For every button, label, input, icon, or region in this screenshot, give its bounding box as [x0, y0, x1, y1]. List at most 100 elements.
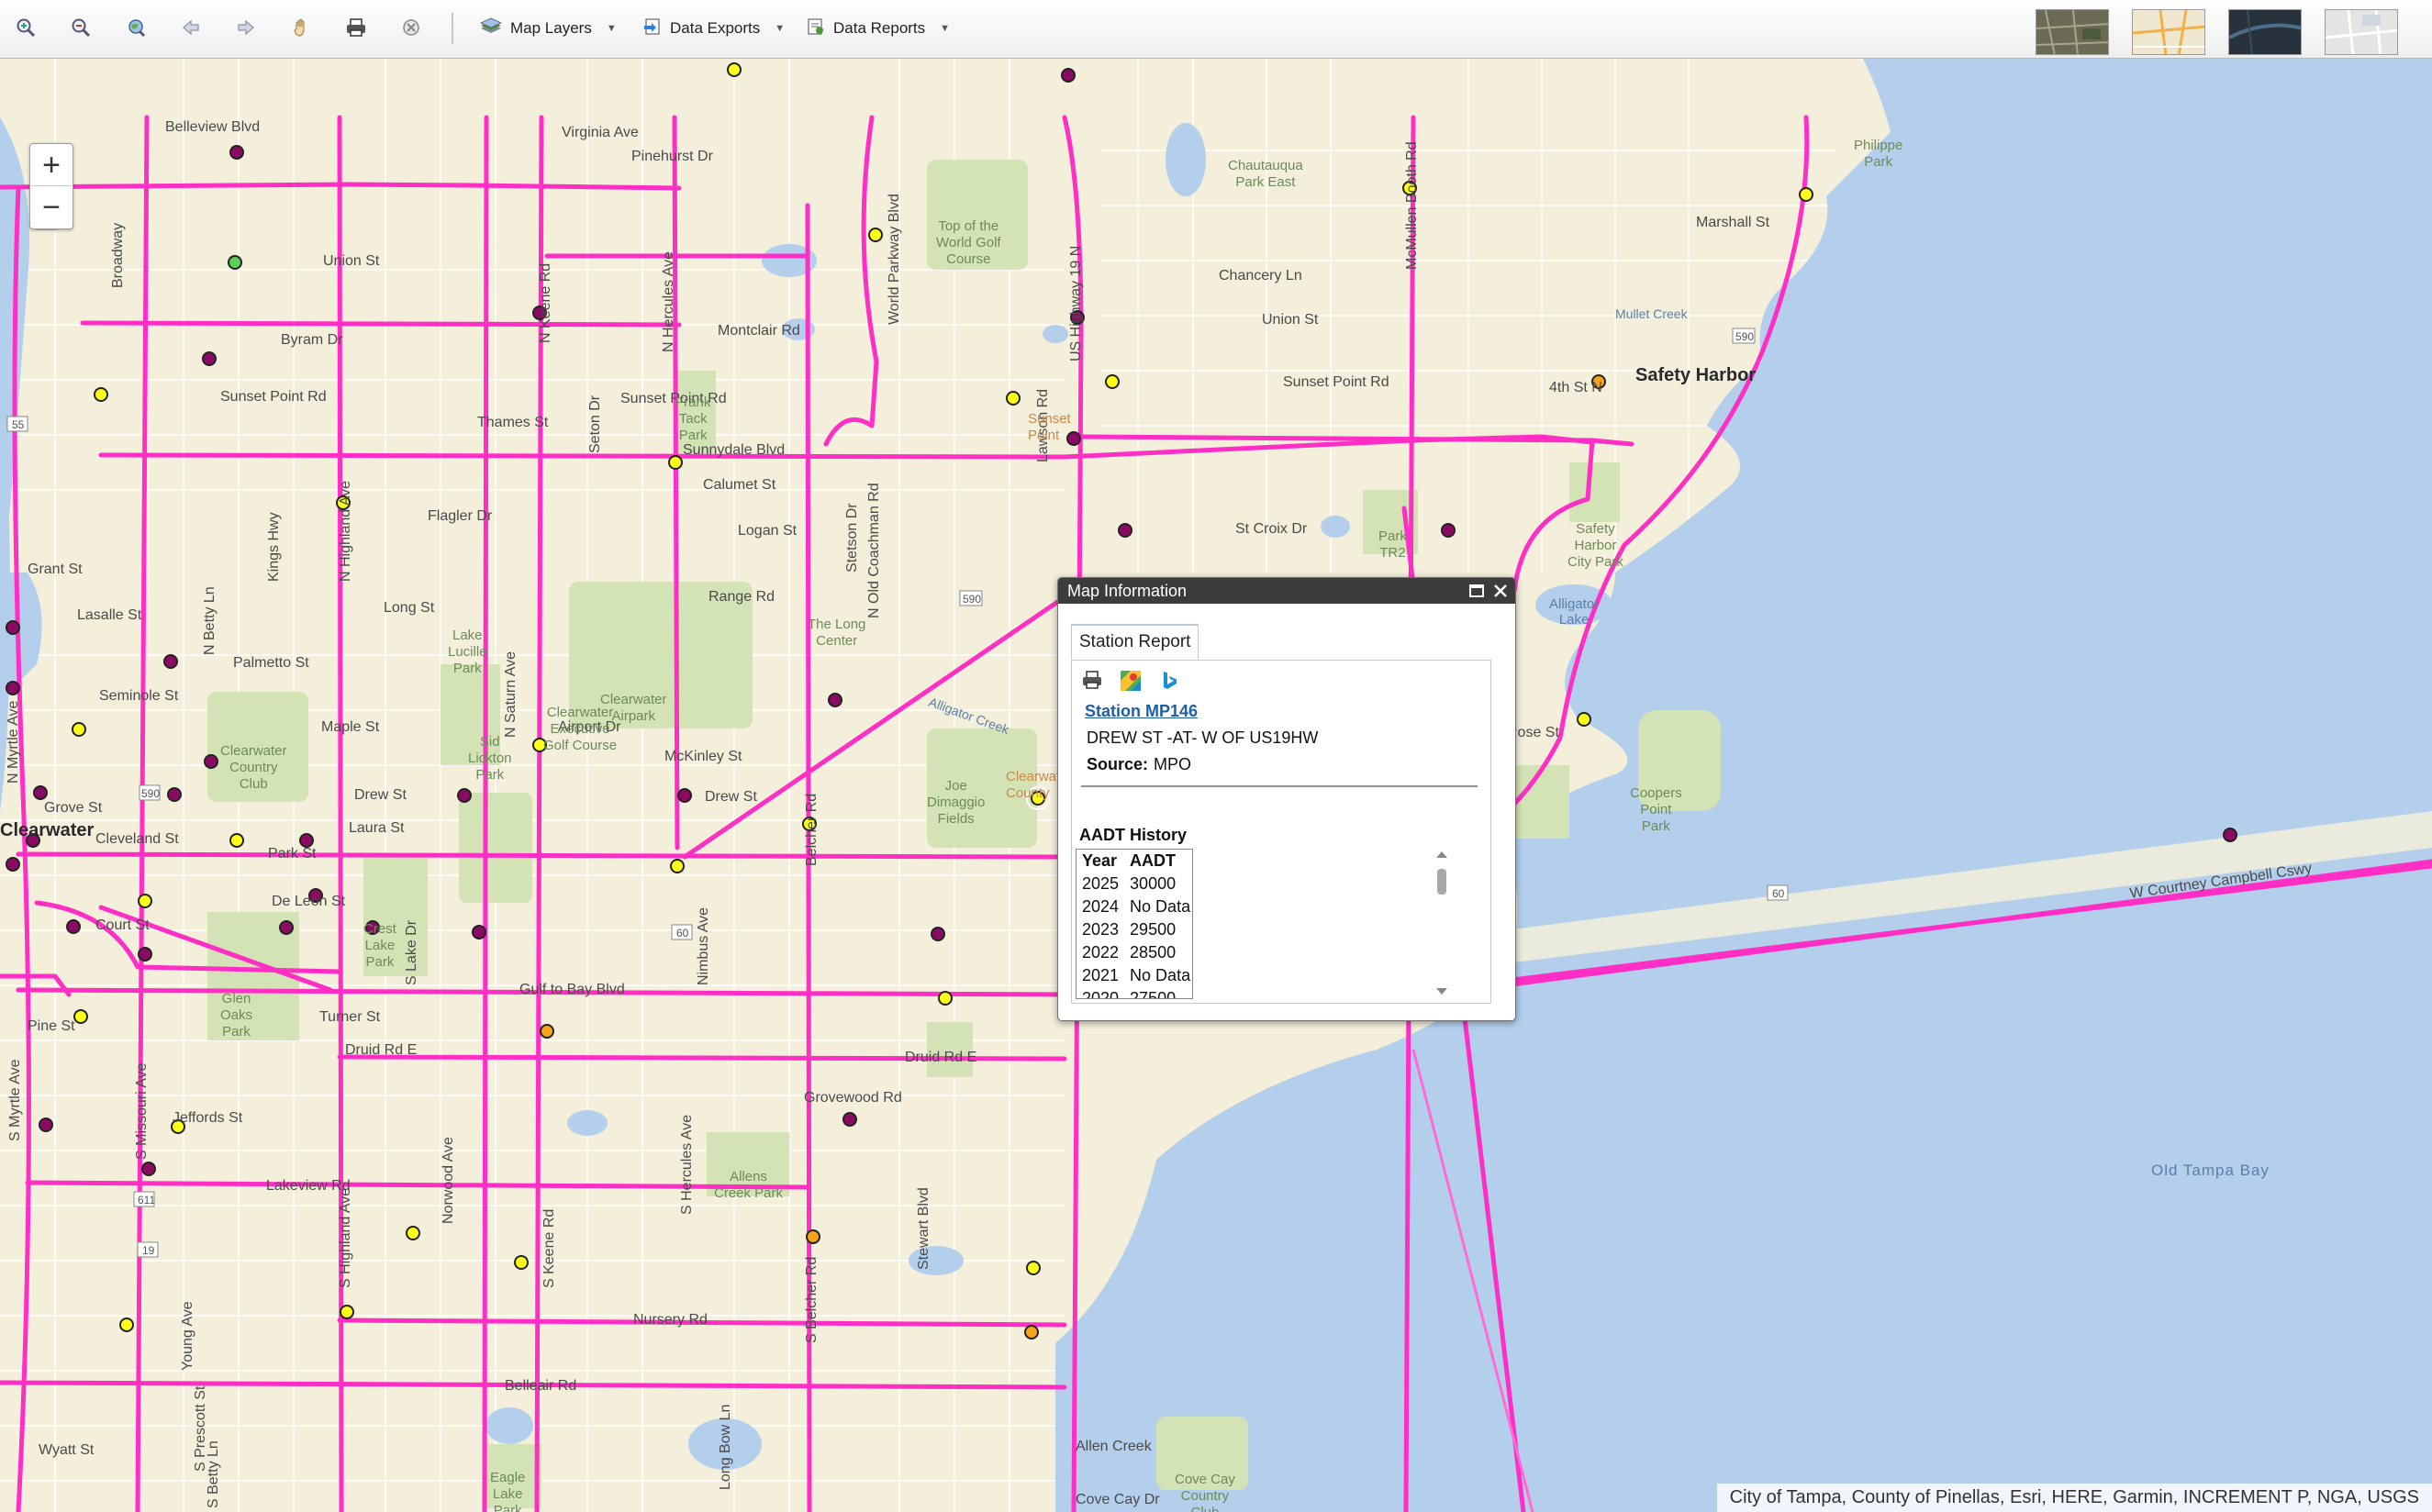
traffic-station-marker[interactable] [6, 681, 20, 695]
traffic-station-marker[interactable] [138, 947, 152, 962]
maximize-icon[interactable] [1467, 582, 1486, 600]
traffic-station-marker[interactable] [842, 1112, 857, 1127]
traffic-station-marker[interactable] [806, 1229, 820, 1244]
map-layers-menu[interactable]: Map Layers ▼ [470, 11, 626, 46]
aadt-value: 27500 [1130, 989, 1177, 999]
aadt-value: No Data [1130, 966, 1191, 984]
street-label: Pine St [28, 1018, 75, 1034]
traffic-station-marker[interactable] [828, 693, 842, 707]
park-label: Lake Lucille Park [448, 628, 487, 676]
park-label: Joe Dimaggio Fields [927, 778, 986, 827]
park-label: Safety Harbor City Park [1567, 521, 1623, 570]
street-label: N Old Coachman Rd [866, 483, 882, 618]
station-link[interactable]: Station MP146 [1085, 702, 1198, 721]
traffic-station-marker[interactable] [457, 788, 472, 803]
traffic-station-marker[interactable] [540, 1024, 554, 1039]
traffic-station-marker[interactable] [1006, 391, 1021, 406]
close-icon[interactable] [1491, 582, 1510, 600]
clear-icon[interactable] [396, 13, 426, 42]
google-maps-icon[interactable] [1120, 670, 1142, 696]
traffic-station-marker[interactable] [163, 654, 178, 669]
traffic-station-marker[interactable] [119, 1317, 134, 1332]
map-information-popup: Map Information Station Report Station M… [1057, 577, 1516, 1021]
traffic-station-marker[interactable] [340, 1305, 354, 1319]
traffic-station-marker[interactable] [229, 833, 244, 848]
zoom-out-button[interactable]: − [30, 185, 73, 228]
traffic-station-marker[interactable] [279, 920, 294, 935]
traffic-station-marker[interactable] [406, 1226, 420, 1240]
scroll-up-arrow[interactable] [1436, 851, 1447, 858]
basemap-imagery-thumb[interactable] [2036, 9, 2109, 55]
pan-hand-icon[interactable] [286, 13, 316, 42]
traffic-station-marker[interactable] [202, 351, 217, 366]
street-label: N Hercules Ave [661, 251, 676, 352]
traffic-station-marker[interactable] [229, 145, 244, 160]
zoom-in-button[interactable]: + [30, 144, 73, 185]
traffic-station-marker[interactable] [94, 387, 108, 402]
street-label: S Betty Ln [206, 1440, 221, 1508]
station-source: Source: MPO [1087, 755, 1191, 774]
zoom-out-icon[interactable] [66, 13, 95, 42]
traffic-station-marker[interactable] [472, 925, 486, 939]
traffic-station-marker[interactable] [1024, 1325, 1039, 1340]
street-label: Park St [268, 846, 317, 862]
traffic-station-marker[interactable] [1441, 523, 1456, 538]
street-label: Belleair Rd [505, 1378, 577, 1394]
traffic-station-marker[interactable] [1118, 523, 1132, 538]
traffic-station-marker[interactable] [72, 722, 86, 737]
traffic-station-marker[interactable] [141, 1162, 156, 1176]
zoom-in-icon[interactable] [11, 13, 40, 42]
traffic-station-marker[interactable] [727, 62, 742, 77]
bing-maps-icon[interactable] [1158, 670, 1180, 696]
traffic-station-marker[interactable] [73, 1009, 88, 1024]
traffic-station-marker[interactable] [1026, 1261, 1041, 1275]
traffic-station-marker[interactable] [204, 754, 218, 769]
traffic-station-marker[interactable] [931, 927, 945, 941]
traffic-station-marker[interactable] [1577, 712, 1591, 727]
street-label: McKinley St [664, 749, 742, 764]
traffic-station-marker[interactable] [938, 991, 953, 1006]
aadt-history-list[interactable]: Year AADT 2025 30000 2024 No Data 2023 2950… [1076, 849, 1193, 999]
data-reports-menu[interactable]: Data Reports ▼ [797, 11, 959, 46]
basemap-dark-gray-thumb[interactable] [2228, 9, 2302, 55]
street-label: S Myrtle Ave [7, 1059, 23, 1141]
traffic-station-marker[interactable] [1105, 374, 1120, 389]
data-exports-menu[interactable]: Data Exports ▼ [633, 11, 794, 46]
print-icon[interactable] [341, 13, 371, 42]
traffic-station-marker[interactable] [2223, 828, 2237, 842]
tab-station-report[interactable]: Station Report [1071, 624, 1199, 659]
aadt-value: No Data [1130, 897, 1191, 916]
zoom-full-extent-icon[interactable] [121, 13, 151, 42]
traffic-station-marker[interactable] [66, 919, 81, 934]
street-label: N Highland Ave [338, 481, 353, 582]
next-extent-icon[interactable] [231, 13, 261, 42]
park-label: Philippe Park [1854, 138, 1903, 170]
map-attribution: City of Tampa, County of Pinellas, Esri,… [1716, 1484, 2432, 1512]
traffic-station-marker[interactable] [138, 894, 152, 908]
previous-extent-icon[interactable] [176, 13, 206, 42]
traffic-station-marker[interactable] [670, 859, 685, 873]
street-label: Kings Hwy [266, 512, 282, 582]
aadt-year: 2022 [1082, 943, 1120, 962]
traffic-station-marker[interactable] [514, 1255, 529, 1270]
traffic-station-marker[interactable] [1061, 68, 1076, 83]
traffic-station-marker[interactable] [6, 857, 20, 872]
basemap-streets-thumb[interactable] [2132, 9, 2205, 55]
basemap-light-gray-thumb[interactable] [2325, 9, 2398, 55]
traffic-station-marker[interactable] [677, 788, 692, 803]
traffic-station-marker[interactable] [39, 1117, 53, 1132]
print-icon[interactable] [1081, 670, 1103, 696]
aadt-scrollbar[interactable] [1432, 849, 1452, 997]
street-label: Belcher Rd [804, 793, 820, 866]
traffic-station-marker[interactable] [228, 255, 242, 270]
traffic-station-marker[interactable] [33, 785, 48, 800]
traffic-station-marker[interactable] [868, 228, 883, 242]
traffic-station-marker[interactable] [1799, 187, 1813, 202]
scroll-thumb[interactable] [1437, 869, 1446, 895]
traffic-station-marker[interactable] [668, 455, 683, 470]
traffic-station-marker[interactable] [6, 620, 20, 635]
street-label: Palmetto St [233, 655, 309, 671]
traffic-station-marker[interactable] [167, 787, 182, 802]
scroll-down-arrow[interactable] [1436, 988, 1447, 995]
traffic-station-marker[interactable] [299, 833, 314, 848]
